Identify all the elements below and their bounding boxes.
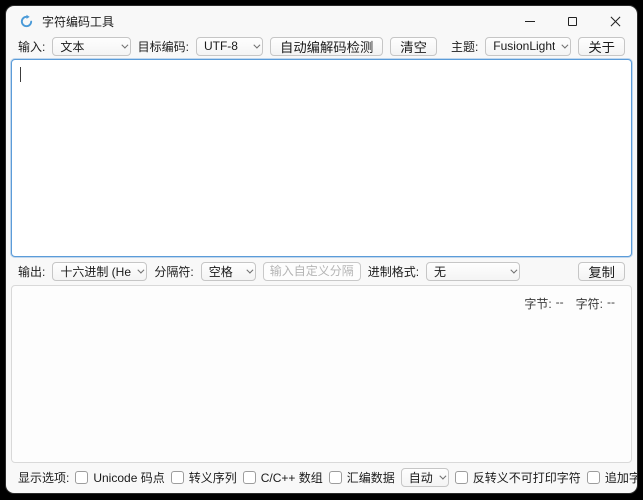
about-button[interactable]: 关于: [578, 37, 625, 56]
text-cursor: [20, 67, 21, 82]
maximize-button[interactable]: [551, 6, 594, 36]
target-encoding-label: 目标编码:: [138, 38, 189, 55]
copy-button[interactable]: 复制: [578, 262, 625, 281]
target-encoding-select[interactable]: UTF-8: [196, 37, 263, 56]
chevron-down-icon: [246, 266, 253, 273]
custom-separator-input[interactable]: [263, 262, 361, 281]
base-format-label: 进制格式:: [368, 263, 419, 280]
checkbox-label: 汇编数据: [347, 469, 395, 486]
separator-label: 分隔符:: [154, 263, 193, 280]
checkbox-append-nul[interactable]: [587, 471, 600, 484]
output-label: 输出:: [18, 263, 45, 280]
app-logo-icon: [19, 14, 34, 29]
checkbox-unescape-nonprintable[interactable]: [455, 471, 468, 484]
checkbox-group-unescape-nonprintable[interactable]: 反转义不可打印字符: [455, 469, 581, 486]
assembly-format-select[interactable]: 自动: [401, 468, 449, 487]
theme-select[interactable]: FusionLight: [485, 37, 571, 56]
separator-select[interactable]: 空格: [201, 262, 256, 281]
checkbox-group-append-nul[interactable]: 追加字符串结尾 NUL: [587, 469, 637, 486]
checkbox-label: 反转义不可打印字符: [473, 469, 581, 486]
checkbox-group-assembly-data[interactable]: 汇编数据: [329, 469, 395, 486]
base-format-select[interactable]: 无: [426, 262, 520, 281]
minimize-icon: [525, 21, 535, 22]
chevron-down-icon: [439, 472, 446, 479]
auto-detect-button[interactable]: 自动编解码检测: [270, 37, 383, 56]
chars-value: --: [607, 295, 615, 312]
title-bar[interactable]: 字符编码工具: [6, 6, 637, 36]
stats-spacer: [568, 295, 572, 312]
close-icon: [610, 16, 621, 27]
chars-label: 字符:: [576, 295, 603, 312]
input-type-select[interactable]: 文本: [52, 37, 130, 56]
window-title: 字符编码工具: [42, 13, 114, 30]
maximize-icon: [568, 17, 577, 26]
top-toolbar: 输入: 文本 目标编码: UTF-8 自动编解码检测 清空 主题: Fusion…: [6, 36, 637, 56]
output-format-select[interactable]: 十六进制 (Hex): [52, 262, 147, 281]
output-textarea[interactable]: 字节: -- 字符: --: [11, 285, 632, 463]
checkbox-unicode-codepoints[interactable]: [75, 471, 88, 484]
chevron-down-icon: [562, 41, 569, 48]
chevron-down-icon: [138, 266, 145, 273]
checkbox-group-escape-sequence[interactable]: 转义序列: [171, 469, 237, 486]
input-label: 输入:: [18, 38, 45, 55]
checkbox-group-c-array[interactable]: C/C++ 数组: [243, 469, 323, 486]
display-options-label: 显示选项:: [18, 469, 69, 486]
app-window: 字符编码工具 输入: 文本 目标编码: UTF-8 自动编解码检测 清空 主题:…: [6, 6, 637, 493]
checkbox-escape-sequence[interactable]: [171, 471, 184, 484]
bytes-value: --: [556, 295, 564, 312]
byte-char-stats: 字节: -- 字符: --: [524, 295, 615, 312]
clear-button[interactable]: 清空: [390, 37, 437, 56]
minimize-button[interactable]: [508, 6, 551, 36]
checkbox-assembly-data[interactable]: [329, 471, 342, 484]
output-toolbar: 输出: 十六进制 (Hex) 分隔符: 空格 进制格式: 无 复制: [6, 259, 637, 283]
chevron-down-icon: [253, 41, 260, 48]
chevron-down-icon: [121, 41, 128, 48]
close-button[interactable]: [594, 6, 637, 36]
checkbox-label: C/C++ 数组: [261, 469, 323, 486]
bytes-label: 字节:: [524, 295, 551, 312]
theme-label: 主题:: [451, 38, 478, 55]
display-options-toolbar: 显示选项: Unicode 码点 转义序列 C/C++ 数组 汇编数据 自动 反…: [6, 463, 637, 493]
checkbox-label: Unicode 码点: [93, 469, 164, 486]
checkbox-label: 追加字符串结尾 NUL: [605, 469, 637, 486]
chevron-down-icon: [510, 266, 517, 273]
checkbox-group-unicode-codepoints[interactable]: Unicode 码点: [75, 469, 164, 486]
checkbox-c-array[interactable]: [243, 471, 256, 484]
input-textarea[interactable]: [11, 59, 632, 257]
checkbox-label: 转义序列: [189, 469, 237, 486]
